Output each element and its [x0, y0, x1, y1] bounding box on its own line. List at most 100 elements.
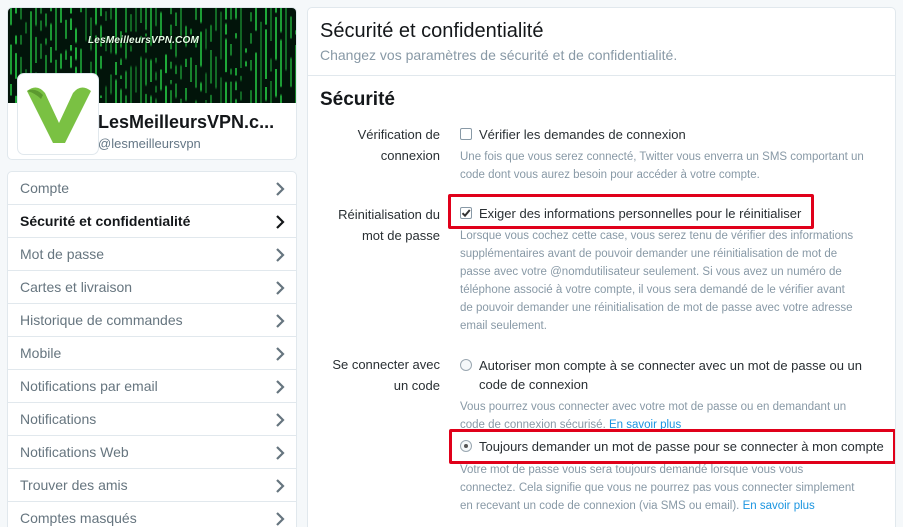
label-line: mot de passe [361, 228, 440, 243]
login-verification-label: Vérification de connexion [312, 124, 440, 166]
matrix-column [165, 8, 167, 103]
help-line: supplémentaires avant de pouvoir demande… [460, 248, 838, 260]
matrix-column [105, 8, 107, 103]
help-line: Une fois que vous serez connecté, Twitte… [460, 151, 864, 163]
sidebar-item-securite[interactable]: Sécurité et confidentialité [8, 205, 296, 238]
matrix-column [255, 8, 257, 103]
panel-header: Sécurité et confidentialité Changez vos … [308, 8, 895, 76]
page-subtitle: Changez vos paramètres de sécurité et de… [320, 47, 678, 63]
matrix-column [275, 8, 277, 103]
matrix-column [195, 8, 197, 103]
matrix-column [145, 8, 147, 103]
sidebar-item-trouver-amis[interactable]: Trouver des amis [8, 469, 296, 502]
sidebar-item-mobile[interactable]: Mobile [8, 337, 296, 370]
matrix-column [100, 8, 102, 103]
matrix-column [250, 8, 252, 103]
settings-panel: Sécurité et confidentialité Changez vos … [307, 7, 896, 527]
sidebar-item-label: Notifications par email [20, 378, 158, 394]
matrix-column [160, 8, 162, 103]
sidebar-item-label: Sécurité et confidentialité [20, 213, 191, 229]
matrix-column [15, 8, 17, 103]
login-code-always-password-help: Votre mot de passe vous sera toujours de… [460, 461, 854, 515]
learn-more-link[interactable]: En savoir plus [609, 419, 681, 431]
label-line: un code [393, 378, 440, 393]
sidebar-item-comptes-masques[interactable]: Comptes masqués [8, 502, 296, 527]
login-code-always-password-radio[interactable] [460, 440, 472, 452]
matrix-column [150, 8, 152, 103]
label-line: Réinitialisation du [338, 207, 440, 222]
chevron-right-icon [276, 215, 285, 229]
help-line: passe avec votre @nomdutilisateur seulem… [460, 266, 842, 278]
sidebar-item-label: Historique de commandes [20, 312, 183, 328]
login-code-option-allow[interactable]: Autoriser mon compte à se connecter avec… [460, 356, 862, 394]
chevron-right-icon [276, 413, 285, 427]
matrix-column [135, 8, 137, 103]
password-reset-checkbox[interactable] [460, 207, 472, 219]
login-verification-option[interactable]: Vérifier les demandes de connexion [460, 125, 686, 144]
label-line: connexion [380, 148, 440, 163]
matrix-column [270, 8, 272, 103]
sidebar-item-label: Cartes et livraison [20, 279, 133, 295]
login-code-allow-label: Autoriser mon compte à se connecter avec… [460, 356, 862, 394]
login-verification-help: Une fois que vous serez connecté, Twitte… [460, 148, 864, 184]
login-verification-option-label: Vérifier les demandes de connexion [479, 127, 686, 142]
chevron-right-icon [276, 380, 285, 394]
matrix-column [200, 8, 202, 103]
sidebar-item-historique[interactable]: Historique de commandes [8, 304, 296, 337]
option-line: Autoriser mon compte à se connecter avec… [479, 358, 862, 373]
matrix-column [215, 8, 217, 103]
banner-text: LesMeilleursVPN.COM [88, 35, 200, 46]
matrix-column [210, 8, 212, 103]
help-text: code de connexion sécurisé. [460, 419, 606, 431]
login-code-allow-help: Vous pourrez vous connecter avec votre m… [460, 398, 846, 434]
profile-handle[interactable]: @lesmeilleursvpn [98, 136, 201, 151]
sidebar-item-label: Compte [20, 180, 70, 196]
matrix-column [185, 8, 187, 103]
matrix-column [130, 8, 132, 103]
login-code-always-password-label: Toujours demander un mot de passe pour s… [479, 439, 884, 454]
matrix-column [190, 8, 192, 103]
password-reset-help: Lorsque vous cochez cette case, vous ser… [460, 227, 853, 335]
login-verification-checkbox[interactable] [460, 128, 472, 140]
sidebar-item-label: Trouver des amis [20, 477, 128, 493]
sidebar-item-cartes[interactable]: Cartes et livraison [8, 271, 296, 304]
chevron-right-icon [276, 248, 285, 262]
chevron-right-icon [276, 446, 285, 460]
matrix-column [295, 8, 296, 103]
help-line: Vous pourrez vous connecter avec votre m… [460, 401, 847, 413]
matrix-column [175, 8, 177, 103]
help-line: de pouvoir demander une réinitialisation… [460, 302, 853, 314]
sidebar-item-notifications-web[interactable]: Notifications Web [8, 436, 296, 469]
help-text: en recevant un code de connexion (via SM… [460, 500, 740, 512]
matrix-column [10, 8, 12, 103]
settings-sidebar: Compte Sécurité et confidentialité Mot d… [7, 171, 297, 527]
sidebar-item-notifications[interactable]: Notifications [8, 403, 296, 436]
matrix-column [205, 8, 207, 103]
avatar[interactable] [18, 74, 98, 154]
password-reset-label: Réinitialisation du mot de passe [312, 204, 440, 246]
password-reset-option-label: Exiger des informations personnelles pou… [479, 206, 802, 221]
sidebar-item-label: Notifications Web [20, 444, 129, 460]
help-line: téléphone associé à votre compte, il vou… [460, 284, 845, 296]
sidebar-item-label: Notifications [20, 411, 97, 427]
sidebar-item-label: Comptes masqués [20, 510, 137, 526]
sidebar-item-compte[interactable]: Compte [8, 172, 296, 205]
chevron-right-icon [276, 512, 285, 526]
matrix-column [180, 8, 182, 103]
sidebar-item-mot-de-passe[interactable]: Mot de passe [8, 238, 296, 271]
learn-more-link[interactable]: En savoir plus [743, 500, 815, 512]
login-code-allow-radio[interactable] [460, 359, 472, 371]
matrix-column [235, 8, 237, 103]
sidebar-item-notifications-email[interactable]: Notifications par email [8, 370, 296, 403]
profile-name[interactable]: LesMeilleursVPN.c... [98, 112, 274, 133]
matrix-column [170, 8, 172, 103]
chevron-right-icon [276, 479, 285, 493]
section-title: Sécurité [320, 89, 395, 110]
help-line: email seulement. [460, 320, 547, 332]
login-code-option-always-password[interactable]: Toujours demander un mot de passe pour s… [460, 437, 884, 456]
checkmark-icon [461, 209, 471, 218]
profile-card: LesMeilleursVPN.COM LesMeilleursVPN.c...… [7, 7, 297, 160]
chevron-right-icon [276, 314, 285, 328]
matrix-column [245, 8, 247, 103]
password-reset-option[interactable]: Exiger des informations personnelles pou… [460, 204, 801, 223]
